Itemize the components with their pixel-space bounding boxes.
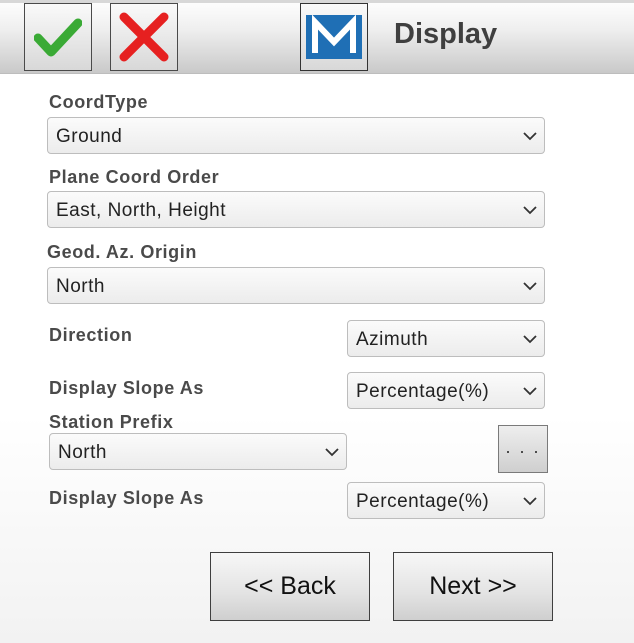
display-slope-dropdown-2[interactable]: Percentage(%) <box>347 482 545 519</box>
chevron-down-icon <box>523 132 537 141</box>
coord-type-label: CoordType <box>49 92 149 112</box>
station-prefix-label: Station Prefix <box>49 412 174 432</box>
coord-type-dropdown[interactable]: Ground <box>47 117 545 154</box>
geod-az-origin-value: North <box>56 276 105 297</box>
chevron-down-icon <box>325 448 339 457</box>
app-logo-m-icon <box>306 15 362 59</box>
chevron-down-icon <box>523 206 537 215</box>
direction-value: Azimuth <box>356 329 429 350</box>
direction-dropdown[interactable]: Azimuth <box>347 320 545 357</box>
plane-coord-order-label: Plane Coord Order <box>49 167 220 187</box>
cancel-button[interactable] <box>110 3 178 71</box>
coord-type-value: Ground <box>56 126 123 147</box>
accept-button[interactable] <box>24 3 92 71</box>
chevron-down-icon <box>523 282 537 291</box>
page-title: Display <box>394 18 498 50</box>
chevron-down-icon <box>523 335 537 344</box>
back-button[interactable]: << Back <box>210 552 370 621</box>
display-slope-label: Display Slope As <box>49 378 204 398</box>
chevron-down-icon <box>523 387 537 396</box>
chevron-down-icon <box>523 497 537 506</box>
station-prefix-value: North <box>58 442 107 463</box>
close-icon <box>119 12 169 62</box>
display-slope-value: Percentage(%) <box>356 381 490 402</box>
next-button[interactable]: Next >> <box>393 552 553 621</box>
header-bar: Display <box>0 0 634 74</box>
display-slope-value-2: Percentage(%) <box>356 491 490 512</box>
plane-coord-order-value: East, North, Height <box>56 200 227 221</box>
display-slope-label-2: Display Slope As <box>49 488 204 508</box>
app-logo-button[interactable] <box>300 3 368 71</box>
station-prefix-more-button[interactable]: . . . <box>498 425 548 473</box>
direction-label: Direction <box>49 325 133 345</box>
station-prefix-dropdown[interactable]: North <box>49 433 347 470</box>
plane-coord-order-dropdown[interactable]: East, North, Height <box>47 191 545 228</box>
geod-az-origin-dropdown[interactable]: North <box>47 267 545 304</box>
display-slope-dropdown[interactable]: Percentage(%) <box>347 372 545 409</box>
geod-az-origin-label: Geod. Az. Origin <box>47 242 197 262</box>
checkmark-icon <box>34 18 82 57</box>
